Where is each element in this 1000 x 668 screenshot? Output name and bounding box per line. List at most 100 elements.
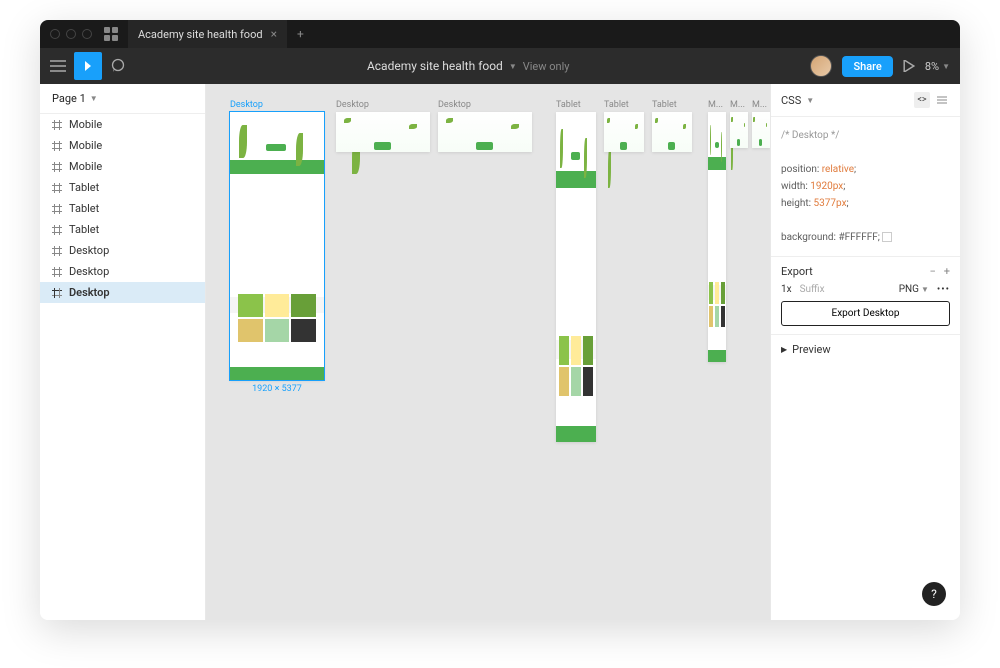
artboard[interactable]: [730, 112, 748, 148]
frame-icon: [52, 162, 62, 172]
layer-label: Desktop: [69, 265, 109, 278]
layer-label: Tablet: [69, 202, 99, 215]
frame-dimensions: 1920 × 5377: [230, 384, 324, 394]
color-swatch: [882, 232, 892, 242]
frame-label[interactable]: M...: [708, 100, 723, 110]
code-tab[interactable]: CSS ▼: [781, 94, 814, 107]
file-tab-label: Academy site health food: [138, 28, 263, 41]
toolbar-title-group[interactable]: Academy site health food ▼ View only: [134, 59, 802, 73]
layer-item[interactable]: Mobile: [40, 114, 205, 135]
inspect-panel: CSS ▼ <> /* Desktop */ position: relativ…: [770, 84, 960, 620]
css-comment: /* Desktop */: [781, 127, 950, 144]
inspect-header: CSS ▼ <>: [771, 84, 960, 117]
close-tab-icon[interactable]: ×: [271, 27, 277, 41]
layer-label: Tablet: [69, 223, 99, 236]
comment-icon[interactable]: [110, 58, 126, 74]
export-title: Export: [781, 265, 813, 278]
layer-label: Desktop: [69, 286, 110, 299]
frame-label[interactable]: M...: [730, 100, 745, 110]
frame-icon: [52, 183, 62, 193]
css-line: width: 1920px;: [781, 178, 950, 195]
canvas[interactable]: Desktop 1920 × 5377 Desktop Desktop Tablet Ta…: [206, 84, 770, 620]
layer-item[interactable]: Mobile: [40, 135, 205, 156]
body: Page 1 ▼ MobileMobileMobileTabletTabletT…: [40, 84, 960, 620]
layer-item[interactable]: Tablet: [40, 219, 205, 240]
page-label: Page 1: [52, 92, 86, 105]
css-line: position: relative;: [781, 161, 950, 178]
artboard[interactable]: [556, 112, 596, 442]
menu-icon[interactable]: [50, 60, 66, 72]
layer-label: Mobile: [69, 160, 102, 173]
preview-toggle[interactable]: ▶ Preview: [771, 335, 960, 364]
view-mode-label: View only: [523, 60, 570, 73]
chevron-down-icon: ▼: [509, 62, 517, 71]
layer-item[interactable]: Mobile: [40, 156, 205, 177]
css-line: height: 5377px;: [781, 195, 950, 212]
frame-label[interactable]: Desktop: [438, 100, 471, 110]
frame-icon: [52, 120, 62, 130]
frame-label[interactable]: Desktop: [336, 100, 369, 110]
export-scale[interactable]: 1x: [781, 284, 792, 295]
frame-label[interactable]: Desktop: [230, 100, 263, 110]
export-suffix-input[interactable]: Suffix: [800, 284, 891, 295]
more-options-icon[interactable]: •••: [937, 284, 950, 295]
prototype-play-button[interactable]: [74, 52, 102, 80]
frame-label[interactable]: Tablet: [652, 100, 677, 110]
user-avatar[interactable]: [810, 55, 832, 77]
page-selector[interactable]: Page 1 ▼: [40, 84, 205, 114]
traffic-lights: [50, 29, 92, 39]
export-header: Export − +: [781, 265, 950, 278]
list-view-icon[interactable]: [934, 92, 950, 108]
code-view-icon[interactable]: <>: [914, 92, 930, 108]
frame-icon: [52, 225, 62, 235]
artboard[interactable]: [652, 112, 692, 152]
export-settings-row: 1x Suffix PNG ▼ •••: [781, 284, 950, 295]
layer-item[interactable]: Tablet: [40, 177, 205, 198]
artboard[interactable]: [708, 112, 726, 362]
present-icon[interactable]: [903, 60, 915, 72]
layer-item[interactable]: Tablet: [40, 198, 205, 219]
zoom-dot[interactable]: [82, 29, 92, 39]
help-button[interactable]: ?: [922, 582, 946, 606]
artboard[interactable]: [230, 112, 324, 380]
layers-panel: Page 1 ▼ MobileMobileMobileTabletTabletT…: [40, 84, 206, 620]
zoom-control[interactable]: 8% ▼: [925, 60, 950, 73]
zoom-value: 8%: [925, 60, 939, 73]
layer-item[interactable]: Desktop: [40, 282, 205, 303]
artboard[interactable]: [336, 112, 430, 152]
chevron-down-icon: ▼: [806, 96, 814, 105]
artboard[interactable]: [438, 112, 532, 152]
document-title: Academy site health food: [367, 59, 503, 73]
export-button[interactable]: Export Desktop: [781, 301, 950, 326]
layer-item[interactable]: Desktop: [40, 261, 205, 282]
plus-icon[interactable]: +: [944, 265, 950, 278]
minus-icon[interactable]: −: [929, 265, 935, 278]
code-tab-label: CSS: [781, 94, 801, 107]
artboard[interactable]: [604, 112, 644, 152]
frame-label[interactable]: Tablet: [604, 100, 629, 110]
toolbar: Academy site health food ▼ View only Sha…: [40, 48, 960, 84]
chevron-down-icon: ▼: [942, 62, 950, 71]
artboard[interactable]: [752, 112, 770, 148]
layers-list: MobileMobileMobileTabletTabletTabletDesk…: [40, 114, 205, 303]
caret-right-icon: ▶: [781, 345, 787, 354]
home-grid-icon[interactable]: [104, 27, 118, 41]
file-tab[interactable]: Academy site health food ×: [128, 20, 287, 48]
close-dot[interactable]: [50, 29, 60, 39]
minimize-dot[interactable]: [66, 29, 76, 39]
share-button[interactable]: Share: [842, 56, 892, 77]
frame-icon: [52, 288, 62, 298]
css-code-block[interactable]: /* Desktop */ position: relative; width:…: [771, 117, 960, 257]
frame-label[interactable]: M...: [752, 100, 767, 110]
new-tab-icon[interactable]: +: [297, 27, 304, 41]
export-format-select[interactable]: PNG ▼: [899, 284, 929, 295]
layer-item[interactable]: Desktop: [40, 240, 205, 261]
frame-icon: [52, 141, 62, 151]
app-window: Academy site health food × + Academy sit…: [40, 20, 960, 620]
layer-label: Tablet: [69, 181, 99, 194]
frame-icon: [52, 204, 62, 214]
titlebar: Academy site health food × +: [40, 20, 960, 48]
frame-label[interactable]: Tablet: [556, 100, 581, 110]
export-section: Export − + 1x Suffix PNG ▼ ••• Export De…: [771, 257, 960, 335]
frame-icon: [52, 267, 62, 277]
